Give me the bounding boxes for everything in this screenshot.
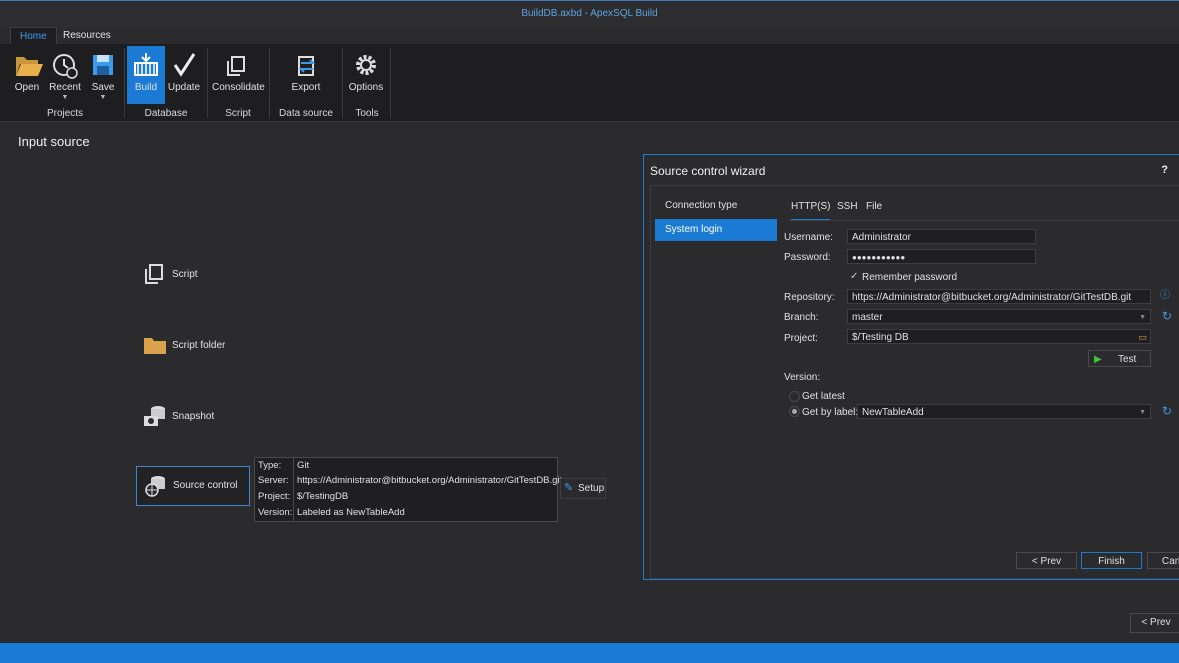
group-separator bbox=[269, 48, 270, 118]
options-button[interactable]: Options bbox=[347, 46, 385, 104]
title-bar: BuildDB.axbd - ApexSQL Build bbox=[0, 0, 1179, 27]
step-system-login[interactable]: System login bbox=[655, 219, 777, 241]
get-latest-label: Get latest bbox=[802, 391, 845, 402]
repository-label: Repository: bbox=[784, 292, 835, 303]
password-label: Password: bbox=[784, 252, 831, 263]
export-icon bbox=[287, 51, 325, 79]
source-source-control[interactable]: Source control bbox=[136, 466, 250, 506]
source-control-wizard: Source control wizard ? Connection type … bbox=[643, 154, 1179, 580]
prev-button[interactable]: < Prev bbox=[1016, 552, 1077, 569]
script-icon bbox=[142, 261, 168, 287]
source-snapshot[interactable]: Snapshot bbox=[136, 398, 248, 436]
build-icon bbox=[127, 51, 165, 79]
table-row: Project: $/TestingDB bbox=[258, 491, 349, 502]
table-row: Server: https://Administrator@bitbucket.… bbox=[258, 475, 563, 486]
ribbon: Open Recent ▼ Save ▼ Projects Build Upda… bbox=[0, 44, 1179, 122]
folder-icon bbox=[142, 332, 168, 358]
project-label: Project: bbox=[784, 333, 818, 344]
open-button[interactable]: Open bbox=[8, 46, 46, 104]
tab-file[interactable]: File bbox=[866, 201, 882, 219]
help-icon[interactable]: ? bbox=[1161, 164, 1168, 176]
page-title: Input source bbox=[18, 134, 90, 149]
group-tools-label: Tools bbox=[355, 108, 379, 119]
checkmark-icon[interactable]: ✓ bbox=[850, 271, 858, 282]
source-info-table: Type: Git Server: https://Administrator@… bbox=[254, 457, 563, 522]
save-icon bbox=[84, 51, 122, 79]
repository-field[interactable]: https://Administrator@bitbucket.org/Admi… bbox=[847, 289, 1151, 304]
folder-icon[interactable]: ▭ bbox=[1138, 330, 1147, 343]
recent-button[interactable]: Recent ▼ bbox=[46, 46, 84, 104]
chevron-down-icon: ▼ bbox=[1139, 409, 1146, 416]
update-button[interactable]: Update bbox=[165, 46, 203, 104]
group-separator bbox=[342, 48, 343, 118]
export-button[interactable]: Export bbox=[287, 46, 325, 104]
step-connection-type[interactable]: Connection type bbox=[655, 195, 777, 217]
setup-button[interactable]: ✎ Setup bbox=[560, 478, 606, 499]
group-script-label: Script bbox=[225, 108, 251, 119]
username-field[interactable]: Administrator bbox=[847, 229, 1036, 244]
tab-resources[interactable]: Resources bbox=[54, 27, 120, 44]
chevron-down-icon: ▼ bbox=[1139, 314, 1146, 321]
username-label: Username: bbox=[784, 232, 833, 243]
status-bar bbox=[0, 643, 1179, 663]
group-database-label: Database bbox=[144, 108, 188, 119]
wizard-body: Connection type System login HTTP(S) SSH… bbox=[650, 185, 1179, 579]
refresh-icon[interactable]: ↻ bbox=[1159, 403, 1175, 419]
finish-button[interactable]: Finish bbox=[1081, 552, 1142, 569]
gear-icon bbox=[347, 51, 385, 79]
tab-ssh[interactable]: SSH bbox=[837, 201, 858, 219]
consolidate-button[interactable]: Consolidate bbox=[212, 46, 265, 104]
source-control-icon bbox=[143, 472, 169, 498]
pencil-icon: ✎ bbox=[564, 482, 574, 494]
branch-label: Branch: bbox=[784, 312, 819, 323]
refresh-icon[interactable]: ↻ bbox=[1159, 308, 1175, 324]
prev-button[interactable]: < Prev bbox=[1130, 613, 1179, 633]
group-separator bbox=[124, 48, 125, 118]
checkmark-icon bbox=[165, 51, 203, 79]
group-separator bbox=[390, 48, 391, 118]
get-by-label-radio[interactable] bbox=[789, 406, 800, 417]
label-dropdown[interactable]: NewTableAdd ▼ bbox=[857, 404, 1151, 419]
play-icon: ▶ bbox=[1094, 354, 1102, 365]
wizard-title: Source control wizard bbox=[650, 164, 766, 178]
source-script[interactable]: Script bbox=[136, 256, 248, 294]
group-projects-label: Projects bbox=[46, 108, 84, 119]
build-button[interactable]: Build bbox=[127, 46, 165, 104]
branch-dropdown[interactable]: master ▼ bbox=[847, 309, 1151, 324]
source-script-folder[interactable]: Script folder bbox=[136, 327, 248, 365]
test-button[interactable]: ▶ Test bbox=[1088, 350, 1151, 367]
clock-icon bbox=[46, 51, 84, 79]
tab-divider bbox=[787, 220, 1179, 221]
tab-home[interactable]: Home bbox=[10, 27, 57, 45]
window-title: BuildDB.axbd - ApexSQL Build bbox=[521, 8, 658, 19]
ribbon-tabs: Home Resources bbox=[0, 27, 1179, 45]
remember-password-label: Remember password bbox=[862, 272, 958, 283]
info-icon[interactable]: ⓘ bbox=[1157, 288, 1173, 304]
snapshot-icon bbox=[142, 403, 168, 429]
group-data-source-label: Data source bbox=[279, 108, 333, 119]
folder-open-icon bbox=[8, 51, 46, 79]
tab-https[interactable]: HTTP(S) bbox=[791, 201, 831, 221]
table-row: Type: Git bbox=[258, 460, 310, 471]
table-row: Version: Labeled as NewTableAdd bbox=[258, 507, 405, 518]
get-by-label-label: Get by label: bbox=[802, 407, 859, 418]
get-latest-radio[interactable] bbox=[789, 391, 800, 402]
project-field[interactable]: $/Testing DB ▭ bbox=[847, 329, 1151, 344]
consolidate-icon bbox=[212, 51, 262, 79]
version-label: Version: bbox=[784, 372, 821, 383]
chevron-down-icon: ▼ bbox=[61, 94, 69, 101]
cancel-button[interactable]: Cancel bbox=[1147, 552, 1179, 569]
password-field[interactable]: ●●●●●●●●●●● bbox=[847, 249, 1036, 264]
chevron-down-icon: ▼ bbox=[99, 94, 107, 101]
save-button[interactable]: Save ▼ bbox=[84, 46, 122, 104]
